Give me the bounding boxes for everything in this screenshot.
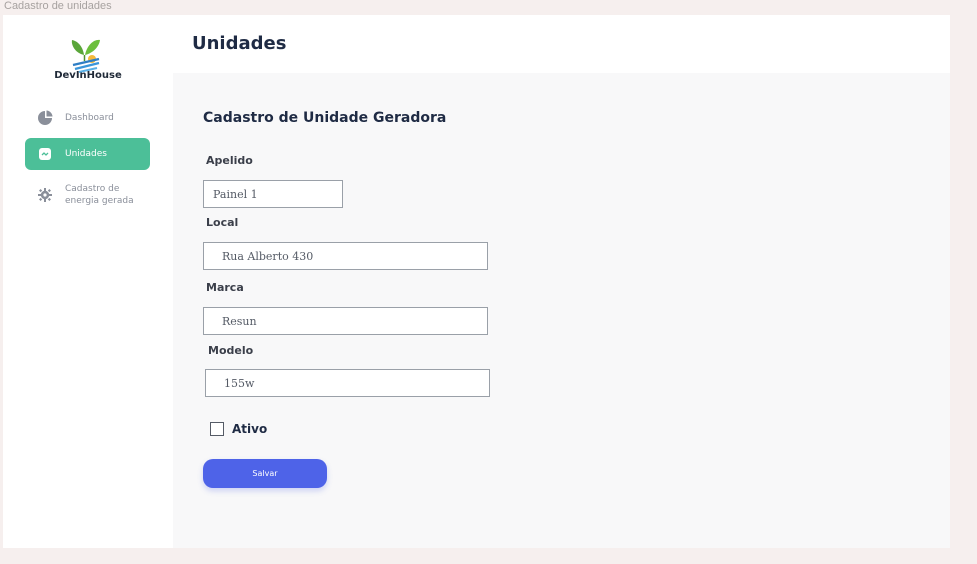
- sidebar: DevInHouse Dashboard Unidades Cadastro d…: [3, 15, 173, 548]
- ativo-label: Ativo: [232, 422, 268, 436]
- gear-icon: [37, 187, 53, 203]
- page-header: Unidades: [173, 15, 950, 73]
- sidebar-item-dashboard[interactable]: Dashboard: [25, 102, 150, 134]
- apelido-field[interactable]: Painel 1: [203, 180, 343, 208]
- sidebar-item-label: Unidades: [65, 149, 107, 159]
- sidebar-item-cadastro-energia[interactable]: Cadastro de energia gerada: [25, 179, 150, 211]
- local-label: Local: [206, 216, 239, 229]
- sidebar-item-label: Dashboard: [65, 113, 114, 123]
- ativo-checkbox[interactable]: [210, 422, 224, 436]
- marca-label: Marca: [206, 281, 244, 294]
- ativo-row: Ativo: [210, 422, 267, 436]
- main-content: Cadastro de Unidade Geradora Apelido Pai…: [173, 73, 950, 548]
- pie-chart-icon: [37, 110, 53, 126]
- form-title: Cadastro de Unidade Geradora: [203, 110, 447, 126]
- sidebar-item-unidades[interactable]: Unidades: [25, 138, 150, 170]
- apelido-label: Apelido: [206, 154, 253, 167]
- brand-name: DevInHouse: [54, 70, 122, 81]
- app-window: DevInHouse Dashboard Unidades Cadastro d…: [3, 15, 950, 548]
- marca-field[interactable]: Resun: [203, 307, 488, 335]
- sidebar-item-label: Cadastro de energia gerada: [65, 184, 134, 206]
- modelo-field[interactable]: 155w: [205, 369, 490, 397]
- sprout-logo-icon: [71, 39, 100, 73]
- page-title: Unidades: [192, 33, 287, 54]
- local-field[interactable]: Rua Alberto 430: [203, 242, 488, 270]
- frame-title: Cadastro de unidades: [4, 0, 112, 12]
- unit-card-icon: [37, 146, 53, 162]
- save-button[interactable]: Salvar: [203, 459, 327, 488]
- modelo-label: Modelo: [208, 344, 254, 357]
